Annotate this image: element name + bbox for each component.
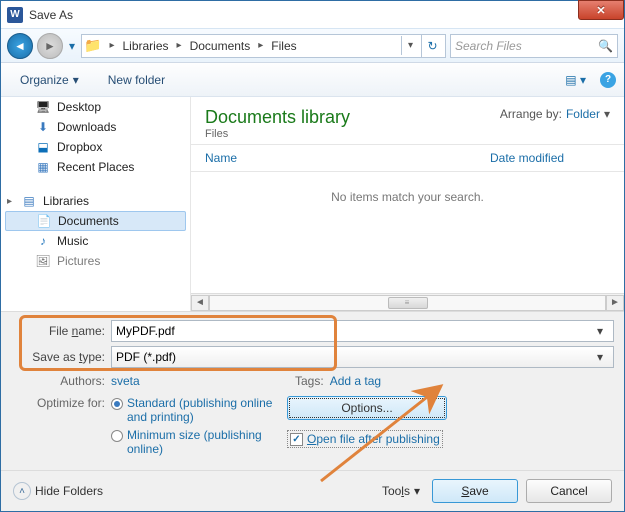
search-placeholder: Search Files xyxy=(455,39,522,53)
save-button[interactable]: Save xyxy=(432,479,518,503)
arrange-by-control[interactable]: Arrange by: Folder ▾ xyxy=(500,107,610,121)
forward-button[interactable]: ► xyxy=(37,33,63,59)
tags-value[interactable]: Add a tag xyxy=(330,374,381,388)
save-as-type-label: Save as type: xyxy=(11,350,111,364)
close-button[interactable]: ✕ xyxy=(578,0,624,20)
scroll-thumb[interactable]: ≡ xyxy=(388,297,428,309)
breadcrumb-separator-icon[interactable]: ▸ xyxy=(173,40,186,51)
window-title: Save As xyxy=(29,8,73,22)
refresh-button[interactable]: ↻ xyxy=(421,35,443,57)
navigation-bar: ◄ ► ▾ 📁 ▸ Libraries ▸ Documents ▸ Files … xyxy=(1,29,624,63)
search-input[interactable]: Search Files 🔍 xyxy=(450,34,618,58)
sidebar-item-dropbox[interactable]: ⬓Dropbox xyxy=(1,137,190,157)
address-dropdown-icon[interactable]: ▾ xyxy=(401,36,419,55)
title-bar: W Save As ✕ xyxy=(1,1,624,29)
save-as-type-dropdown[interactable]: PDF (*.pdf) ▾ xyxy=(111,346,614,368)
documents-icon: 📄 xyxy=(36,214,52,228)
breadcrumb-separator-icon[interactable]: ▸ xyxy=(254,40,267,51)
hide-folders-button[interactable]: ˄ Hide Folders xyxy=(13,482,103,500)
file-list-area: Documents library Files Arrange by: Fold… xyxy=(191,97,624,311)
dialog-footer: ˄ Hide Folders Tools ▾ Save Cancel xyxy=(1,470,624,511)
empty-message: No items match your search. xyxy=(191,172,624,293)
library-title: Documents library xyxy=(205,107,350,128)
close-icon: ✕ xyxy=(596,4,605,17)
scroll-left-button[interactable]: ◄ xyxy=(191,295,209,311)
horizontal-scrollbar[interactable]: ◄ ≡ ► xyxy=(191,293,624,311)
breadcrumb-documents[interactable]: Documents xyxy=(188,39,253,53)
optimize-for-label: Optimize for: xyxy=(11,396,111,460)
view-options-button[interactable]: ▤ ▾ xyxy=(565,73,586,87)
toolbar: Organize ▾ New folder ▤ ▾ ? xyxy=(1,63,624,97)
pictures-icon: 🖼 xyxy=(35,254,51,268)
chevron-down-icon: ▾ xyxy=(73,73,79,87)
optimize-standard-radio[interactable]: Standard (publishing online and printing… xyxy=(111,396,277,424)
recent-places-icon: ▦ xyxy=(35,160,51,174)
radio-icon xyxy=(111,398,123,410)
column-headers[interactable]: Name Date modified xyxy=(191,145,624,172)
sidebar-group-libraries[interactable]: ▸▤Libraries xyxy=(1,191,190,211)
radio-icon xyxy=(111,430,123,442)
chevron-down-icon: ▾ xyxy=(604,107,610,121)
authors-value[interactable]: sveta xyxy=(111,374,140,388)
sidebar-item-documents[interactable]: 📄Documents xyxy=(5,211,186,231)
filename-input[interactable]: MyPDF.pdf ▾ xyxy=(111,320,614,342)
column-date-modified[interactable]: Date modified xyxy=(490,151,610,165)
back-button[interactable]: ◄ xyxy=(7,33,33,59)
sidebar-item-music[interactable]: ♪Music xyxy=(1,231,190,251)
chevron-down-icon[interactable]: ▾ xyxy=(591,350,609,364)
sidebar-item-downloads[interactable]: ⬇Downloads xyxy=(1,117,190,137)
save-as-dialog: W Save As ✕ ◄ ► ▾ 📁 ▸ Libraries ▸ Docume… xyxy=(0,0,625,512)
sidebar-item-recent-places[interactable]: ▦Recent Places xyxy=(1,157,190,177)
open-after-publishing-checkbox[interactable]: ✓ Open file after publishing xyxy=(287,430,443,448)
cancel-button[interactable]: Cancel xyxy=(526,479,612,503)
help-button[interactable]: ? xyxy=(600,72,616,88)
breadcrumb-files[interactable]: Files xyxy=(269,39,298,53)
folder-icon: 📁 xyxy=(84,37,101,54)
optimize-minimum-radio[interactable]: Minimum size (publishing online) xyxy=(111,428,277,456)
sidebar-item-desktop[interactable]: 🖥Desktop xyxy=(1,97,190,117)
filename-label: File name: xyxy=(11,324,111,338)
sidebar-item-pictures[interactable]: 🖼Pictures xyxy=(1,251,190,271)
authors-label: Authors: xyxy=(11,374,111,388)
chevron-down-icon: ▾ xyxy=(414,484,420,498)
tools-dropdown[interactable]: Tools ▾ xyxy=(382,484,420,498)
word-app-icon: W xyxy=(7,7,23,23)
downloads-icon: ⬇ xyxy=(35,120,51,134)
library-subtitle: Files xyxy=(205,128,350,140)
breadcrumb-libraries[interactable]: Libraries xyxy=(121,39,171,53)
new-folder-button[interactable]: New folder xyxy=(108,73,165,87)
save-form: File name: MyPDF.pdf ▾ Save as type: PDF… xyxy=(1,311,624,470)
organize-button[interactable]: Organize ▾ xyxy=(9,68,90,92)
breadcrumb-separator-icon[interactable]: ▸ xyxy=(105,40,118,51)
navigation-sidebar: 🖥Desktop ⬇Downloads ⬓Dropbox ▦Recent Pla… xyxy=(1,97,191,311)
dropbox-icon: ⬓ xyxy=(35,140,51,154)
libraries-icon: ▤ xyxy=(21,194,37,208)
chevron-down-icon[interactable]: ▾ xyxy=(591,324,609,338)
music-icon: ♪ xyxy=(35,234,51,248)
chevron-up-icon: ˄ xyxy=(13,482,31,500)
tags-label: Tags: xyxy=(280,374,330,388)
address-bar[interactable]: 📁 ▸ Libraries ▸ Documents ▸ Files ▾ ↻ xyxy=(81,34,446,58)
scroll-right-button[interactable]: ► xyxy=(606,295,624,311)
expand-icon[interactable]: ▸ xyxy=(7,196,12,207)
checkbox-icon: ✓ xyxy=(290,433,303,446)
options-button[interactable]: Options... xyxy=(287,396,447,420)
column-name[interactable]: Name xyxy=(205,151,490,165)
desktop-icon: 🖥 xyxy=(35,100,51,114)
history-dropdown-icon[interactable]: ▾ xyxy=(69,39,75,53)
search-icon: 🔍 xyxy=(598,39,613,53)
